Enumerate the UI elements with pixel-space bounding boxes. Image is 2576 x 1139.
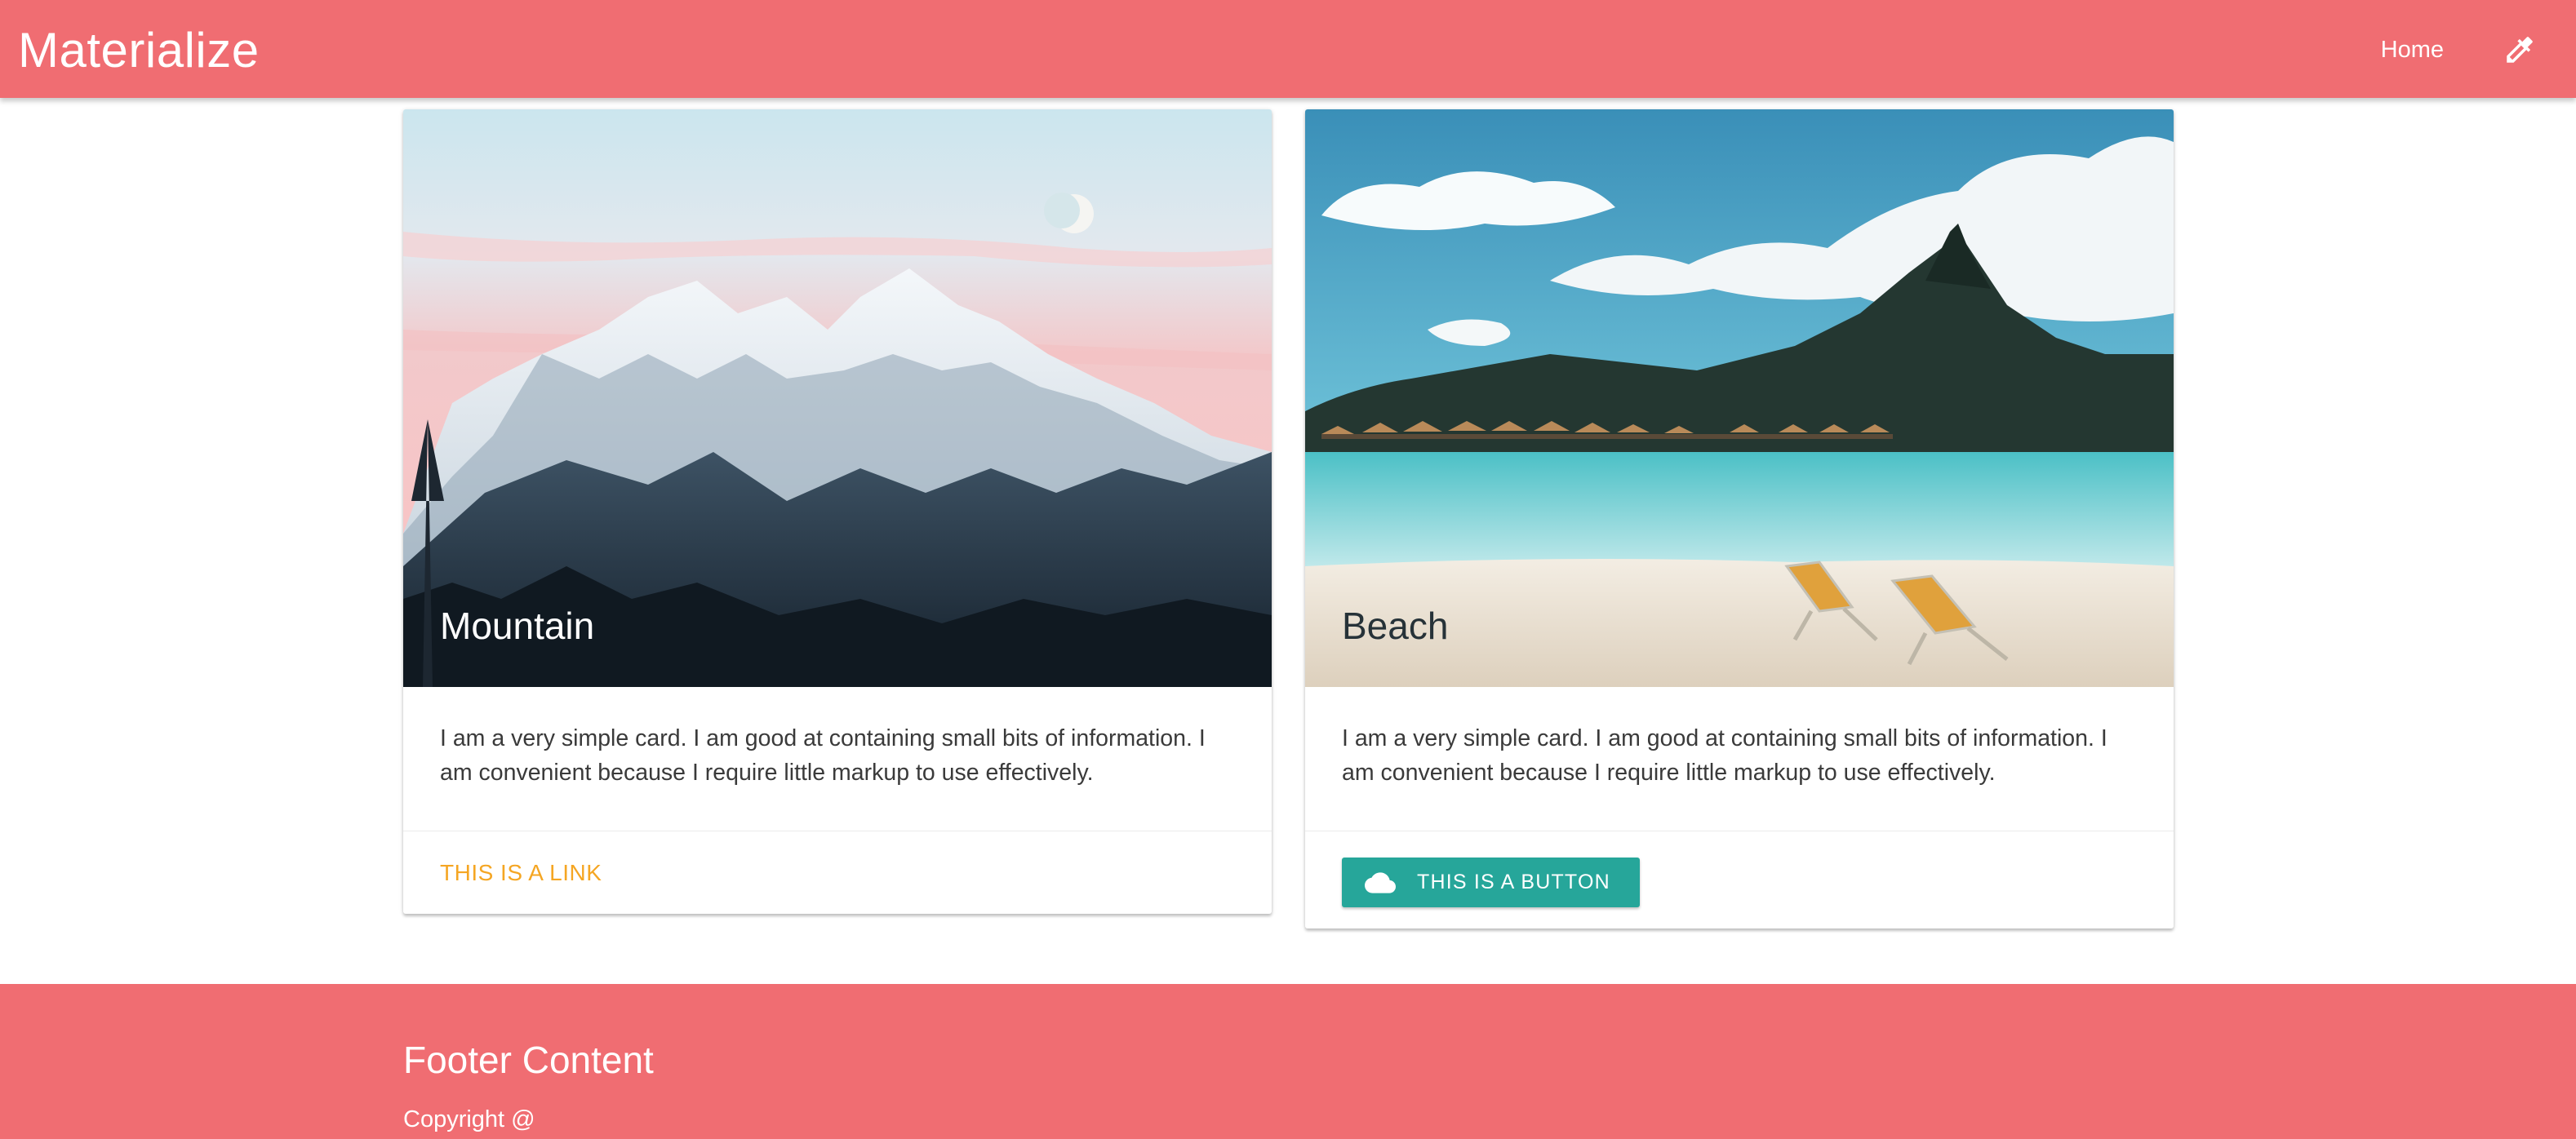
card-content-mountain: I am a very simple card. I am good at co… xyxy=(440,725,1206,786)
card-beach: Beach I am a very simple card. I am good… xyxy=(1305,109,2174,928)
card-mountain: Mountain I am a very simple card. I am g… xyxy=(403,109,1272,914)
cloud-icon xyxy=(1365,871,1396,893)
card-action-mountain: THIS IS A LINK xyxy=(403,831,1272,914)
eyedropper-icon[interactable] xyxy=(2503,33,2537,67)
card-image-beach: Beach xyxy=(1305,109,2174,687)
navbar: Materialize Home xyxy=(0,0,2576,98)
tropical-beach-photo xyxy=(1305,109,2174,687)
nav-link-home[interactable]: Home xyxy=(2381,0,2444,98)
footer-copyright: Copyright @ xyxy=(403,1106,535,1132)
brand-logo[interactable]: Materialize xyxy=(18,0,260,98)
cloud-button[interactable]: THIS IS A BUTTON xyxy=(1342,858,1640,907)
footer-title: Footer Content xyxy=(403,1039,654,1081)
card-title-mountain: Mountain xyxy=(440,605,595,647)
card-link[interactable]: THIS IS A LINK xyxy=(440,860,602,886)
card-action-beach: THIS IS A BUTTON xyxy=(1305,831,2174,928)
snowy-mountain-photo xyxy=(403,109,1272,687)
card-content-beach: I am a very simple card. I am good at co… xyxy=(1342,725,2107,786)
card-title-beach: Beach xyxy=(1342,605,1449,647)
card-image-mountain: Mountain xyxy=(403,109,1272,687)
footer: Footer Content Copyright @ xyxy=(0,984,2576,1139)
button-label: THIS IS A BUTTON xyxy=(1417,871,1610,893)
